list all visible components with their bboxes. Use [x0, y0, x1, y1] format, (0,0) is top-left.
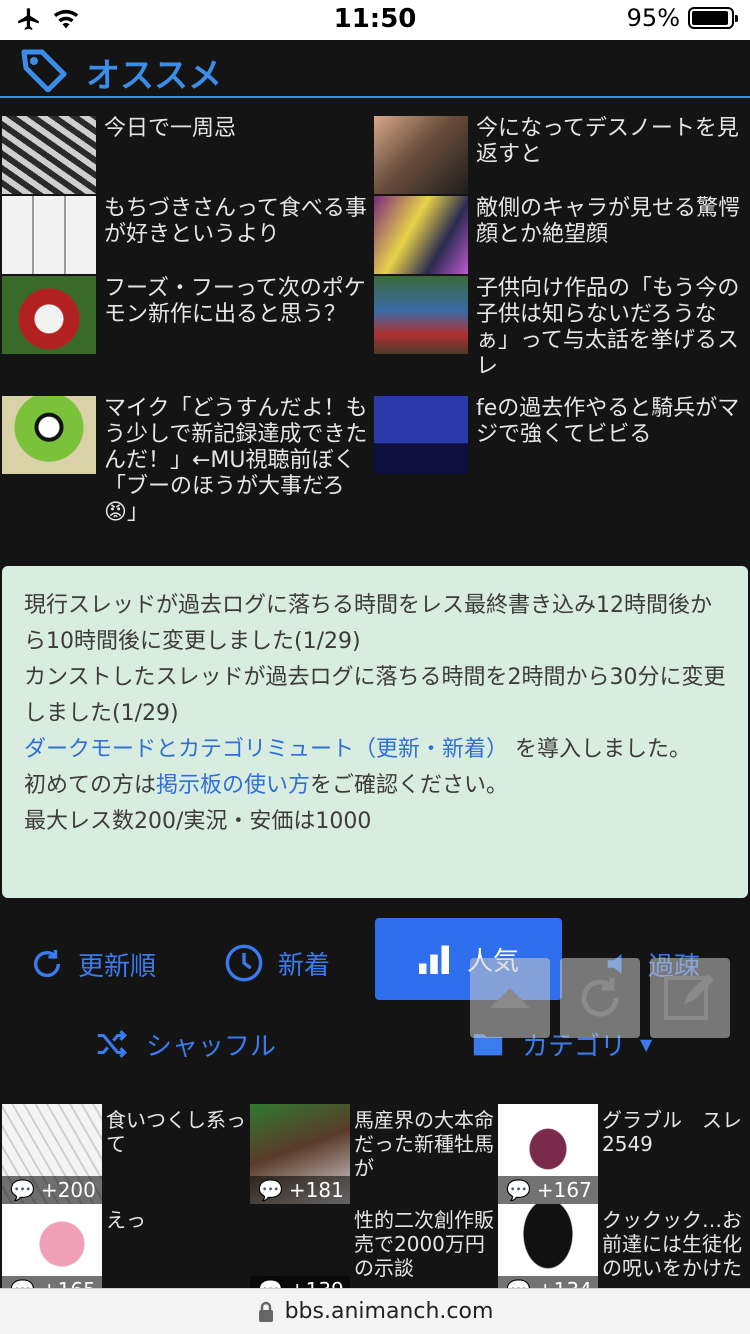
usage-guide-link[interactable]: 掲示板の使い方 [156, 773, 310, 798]
tab-shuffle[interactable]: シャッフル [92, 1022, 276, 1066]
recommended-item[interactable]: マイク「どうすんだよ！もう少しで新記録達成できたんだ！」←MU視聴前ぼく「ブーの… [2, 396, 374, 526]
clock-icon [225, 944, 263, 982]
reply-count-value: +181 [288, 1178, 344, 1202]
notice-text: を導入しました。 [515, 737, 692, 762]
page-title: オススメ [86, 56, 222, 96]
recommended-title: feの過去作やると騎兵がマジで強くてビビる [476, 396, 740, 447]
recommend-header: オススメ [0, 40, 750, 98]
thread-thumbnail [374, 396, 468, 474]
thread-title: えっ [106, 1208, 146, 1232]
reply-count: 💬 +200 [2, 1176, 102, 1204]
recommended-title: 子供向け作品の「もう今の子供は知らないだろうなぁ」って与太話を挙げるスレ [476, 276, 740, 379]
thread-card[interactable]: 💬 +200 食いつくし系って [2, 1104, 250, 1204]
edit-icon [664, 974, 714, 1020]
recommended-item[interactable]: 子供向け作品の「もう今の子供は知らないだろうなぁ」って与太話を挙げるスレ [374, 276, 746, 380]
reply-count-value: +200 [40, 1178, 96, 1202]
battery-percent: 95% [626, 4, 680, 32]
arrow-up-icon [490, 988, 530, 1008]
reply-count-value: +167 [536, 1178, 592, 1202]
thread-thumbnail [374, 196, 468, 274]
thread-thumbnail [2, 396, 96, 474]
notice-text: をご確認ください。 [310, 773, 509, 798]
recommended-title: もちづきさんって食べる事が好きというより [104, 196, 367, 247]
thread-card[interactable]: 💬 +167 グラブル スレ2549 [498, 1104, 746, 1204]
dark-mode-link[interactable]: ダークモードとカテゴリミュート（更新・新着） [24, 737, 508, 762]
notice-line: カンストしたスレッドが過去ログに落ちる時間を2時間から30分に変更しました(1/… [24, 665, 726, 726]
thread-title: 食いつくし系って [106, 1108, 246, 1156]
thread-thumbnail [2, 276, 96, 354]
thread-title: 性的二次創作販売で2000万円の示談 [354, 1208, 494, 1280]
tab-label: シャッフル [146, 1031, 277, 1062]
tab-label: 更新順 [78, 951, 157, 982]
notice-box: 現行スレッドが過去ログに落ちる時間をレス最終書き込み12時間後から10時間後に変… [2, 566, 748, 898]
recommended-title: 敵側のキャラが見せる驚愕顔とか絶望顔 [476, 196, 741, 247]
tag-icon [21, 49, 67, 92]
battery-icon [688, 7, 738, 29]
bar-chart-icon [419, 945, 449, 974]
recommended-item[interactable]: 敵側のキャラが見せる驚愕顔とか絶望顔 [374, 196, 746, 274]
thread-title: グラブル スレ2549 [602, 1108, 742, 1156]
thread-card[interactable]: 💬 +181 馬産界の大本命だった新種牡馬が [250, 1104, 498, 1204]
notice-line: 初めての方は掲示板の使い方をご確認ください。 [24, 768, 726, 804]
thread-thumbnail [2, 116, 96, 194]
reload-icon [581, 978, 619, 1017]
recommended-item[interactable]: フーズ・フーって次のポケモン新作に出ると思う？ [2, 276, 374, 354]
status-right: 95% [626, 4, 738, 32]
notice-line: 現行スレッドが過去ログに落ちる時間をレス最終書き込み12時間後から10時間後に変… [24, 593, 712, 654]
url-bar[interactable]: bbs.animanch.com [0, 1288, 750, 1334]
shuffle-icon [97, 1030, 127, 1058]
scroll-top-button[interactable] [470, 958, 550, 1038]
reload-button[interactable] [560, 958, 640, 1038]
notice-text: 初めての方は [24, 773, 157, 798]
new-thread-button[interactable] [650, 958, 730, 1038]
recommended-item[interactable]: もちづきさんって食べる事が好きというより [2, 196, 374, 274]
comment-icon: 💬 [258, 1178, 283, 1202]
refresh-icon [33, 949, 61, 978]
comment-icon: 💬 [10, 1178, 35, 1202]
thread-thumbnail [2, 196, 96, 274]
lock-icon [258, 1301, 273, 1322]
comment-icon: 💬 [506, 1178, 531, 1202]
thread-thumbnail [374, 116, 468, 194]
tab-new[interactable]: 新着 [224, 940, 330, 986]
tab-label: 新着 [278, 950, 331, 981]
recommended-title: 今になってデスノートを見返すと [476, 116, 739, 167]
recommended-title: マイク「どうすんだよ！もう少しで新記録達成できたんだ！」←MU視聴前ぼく「ブーの… [104, 396, 368, 525]
thread-thumbnail [374, 276, 468, 354]
reply-count: 💬 +167 [498, 1176, 598, 1204]
reply-count: 💬 +181 [250, 1176, 350, 1204]
recommended-item[interactable]: 今日で一周忌 [2, 116, 374, 194]
notice-line: 最大レス数200/実況・安価は1000 [24, 809, 372, 834]
thread-title: クックック…お前達には生徒化の呪いをかけた [602, 1208, 742, 1280]
thread-title: 馬産界の大本命だった新種牡馬が [354, 1108, 494, 1180]
recommended-title: 今日で一周忌 [104, 116, 237, 141]
recommended-item[interactable]: 今になってデスノートを見返すと [374, 116, 746, 194]
url-text: bbs.animanch.com [284, 1299, 494, 1324]
notice-line: ダークモードとカテゴリミュート（更新・新着） を導入しました。 [24, 732, 726, 768]
tab-update[interactable]: 更新順 [30, 942, 156, 986]
status-bar: 11:50 95% [0, 0, 750, 40]
recommended-item[interactable]: feの過去作やると騎兵がマジで強くてビビる [374, 396, 746, 474]
recommended-title: フーズ・フーって次のポケモン新作に出ると思う？ [104, 276, 366, 327]
